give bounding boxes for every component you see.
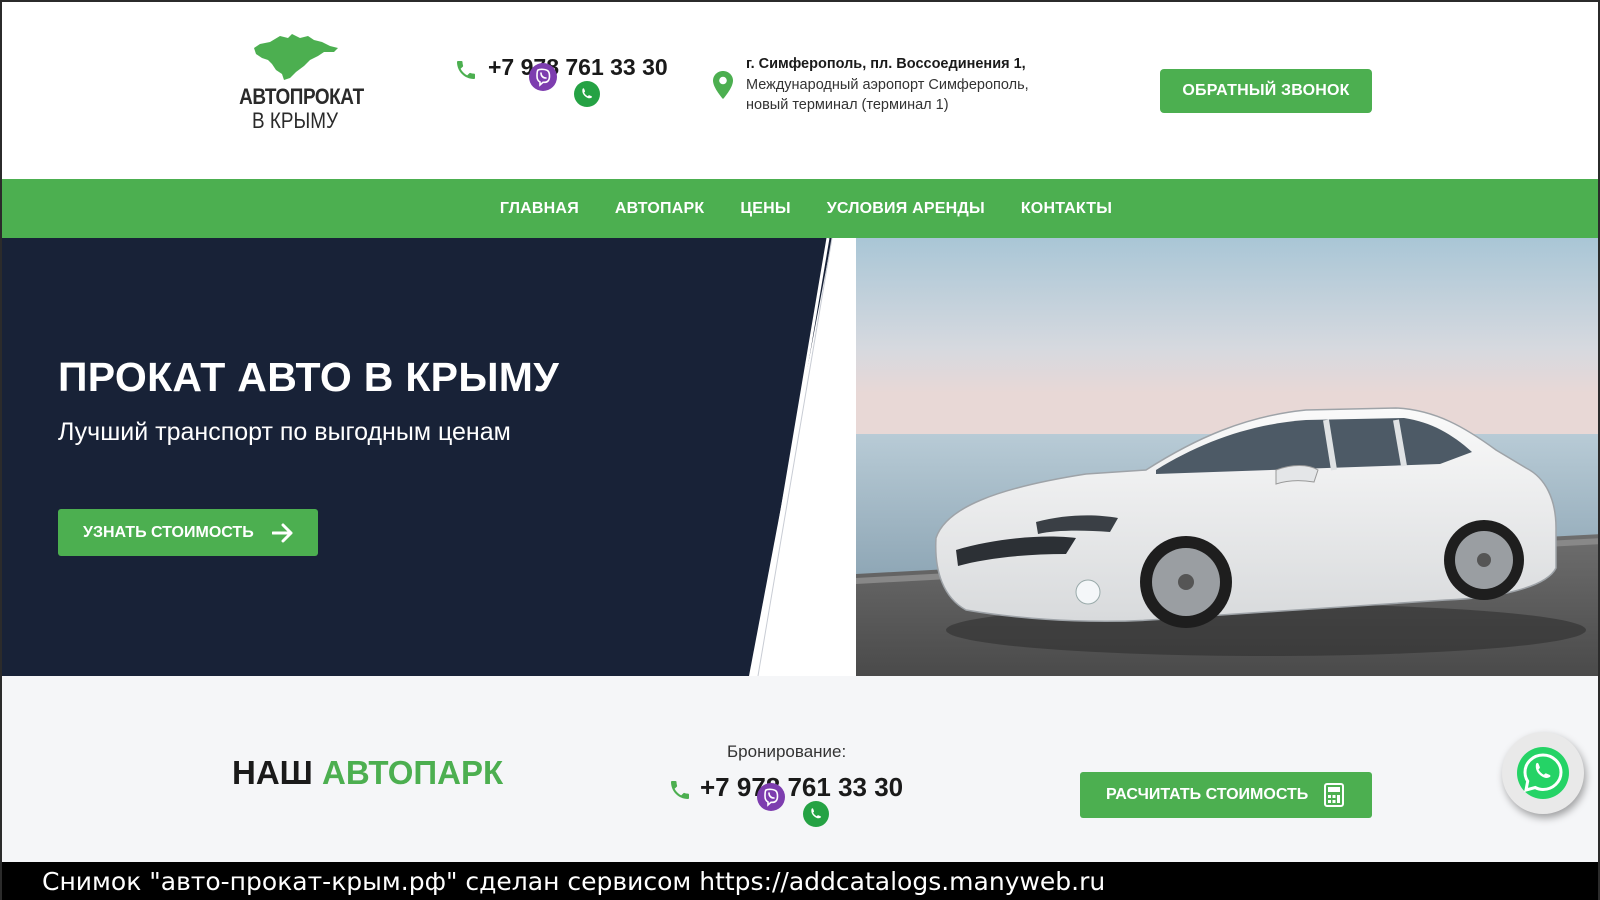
viber-icon[interactable] [528, 62, 558, 92]
screenshot-caption-bar: Снимок "авто-прокат-крым.рф" сделан серв… [2, 862, 1598, 900]
hero-subtitle: Лучший транспорт по выгодным ценам [58, 418, 511, 446]
hero-panel [2, 238, 832, 676]
crimea-map-icon [254, 34, 338, 80]
hero-title: ПРОКАТ АВТО В КРЫМУ [58, 354, 560, 400]
phone-number[interactable]: +7 978 761 33 30 [488, 54, 668, 81]
address-line-3: новый терминал (терминал 1) [746, 97, 949, 113]
fleet-title-dark: НАШ [232, 754, 313, 791]
nav-item-terms[interactable]: УСЛОВИЯ АРЕНДЫ [827, 200, 985, 218]
hero-section: ПРОКАТ АВТО В КРЫМУ Лучший транспорт по … [2, 238, 1598, 676]
calculator-icon [1324, 783, 1345, 807]
calculate-price-button[interactable]: РАСЧИТАТЬ СТОИМОСТЬ [1080, 772, 1372, 818]
hero-car-image [856, 238, 1598, 676]
floating-whatsapp-button[interactable] [1502, 732, 1584, 814]
whatsapp-icon[interactable] [802, 800, 830, 828]
screenshot-caption: Снимок "авто-прокат-крым.рф" сделан серв… [42, 867, 1106, 896]
booking-phone-number[interactable]: +7 978 761 33 30 [700, 772, 903, 803]
hero-divider [754, 238, 833, 676]
phone-icon [457, 61, 475, 79]
fleet-title: НАШ АВТОПАРК [232, 754, 503, 792]
booking-label: Бронирование: [727, 742, 847, 761]
get-price-button[interactable]: УЗНАТЬ СТОИМОСТЬ [58, 509, 318, 556]
site-header: АВТОПРОКАТ В КРЫМУ +7 978 761 33 30 г. С… [2, 2, 1598, 180]
logo-text-sub: В КРЫМУ [251, 108, 339, 133]
arrow-right-icon [271, 523, 293, 542]
address-line-1: г. Симферополь, пл. Воссоединения 1, [746, 56, 1026, 72]
nav-item-home[interactable]: ГЛАВНАЯ [500, 200, 579, 218]
main-nav: ГЛАВНАЯ АВТОПАРК ЦЕНЫ УСЛОВИЯ АРЕНДЫ КОН… [2, 179, 1598, 238]
phone-icon [671, 781, 689, 799]
fleet-title-accent: АВТОПАРК [322, 754, 504, 791]
map-pin-icon [713, 71, 733, 99]
nav-item-prices[interactable]: ЦЕНЫ [740, 200, 790, 218]
whatsapp-icon [1517, 747, 1569, 799]
booking-phone[interactable]: +7 978 761 33 30 [668, 772, 948, 832]
nav-item-fleet[interactable]: АВТОПАРК [615, 200, 704, 218]
header-phone[interactable]: +7 978 761 33 30 [454, 54, 694, 114]
logo-text-main: АВТОПРОКАТ [239, 84, 364, 109]
fleet-section: НАШ АВТОПАРК Бронирование: +7 978 761 33… [2, 676, 1598, 862]
calculate-price-label: РАСЧИТАТЬ СТОИМОСТЬ [1106, 786, 1309, 803]
address-line-2: Международный аэропорт Симферополь, [746, 77, 1029, 93]
whatsapp-icon[interactable] [573, 80, 601, 108]
get-price-label: УЗНАТЬ СТОИМОСТЬ [83, 523, 254, 541]
nav-item-contacts[interactable]: КОНТАКТЫ [1021, 200, 1112, 218]
viber-icon[interactable] [756, 782, 786, 812]
callback-button[interactable]: ОБРАТНЫЙ ЗВОНОК [1160, 69, 1372, 113]
page: АВТОПРОКАТ В КРЫМУ +7 978 761 33 30 г. С… [0, 0, 1600, 900]
logo[interactable]: АВТОПРОКАТ В КРЫМУ [230, 30, 364, 150]
